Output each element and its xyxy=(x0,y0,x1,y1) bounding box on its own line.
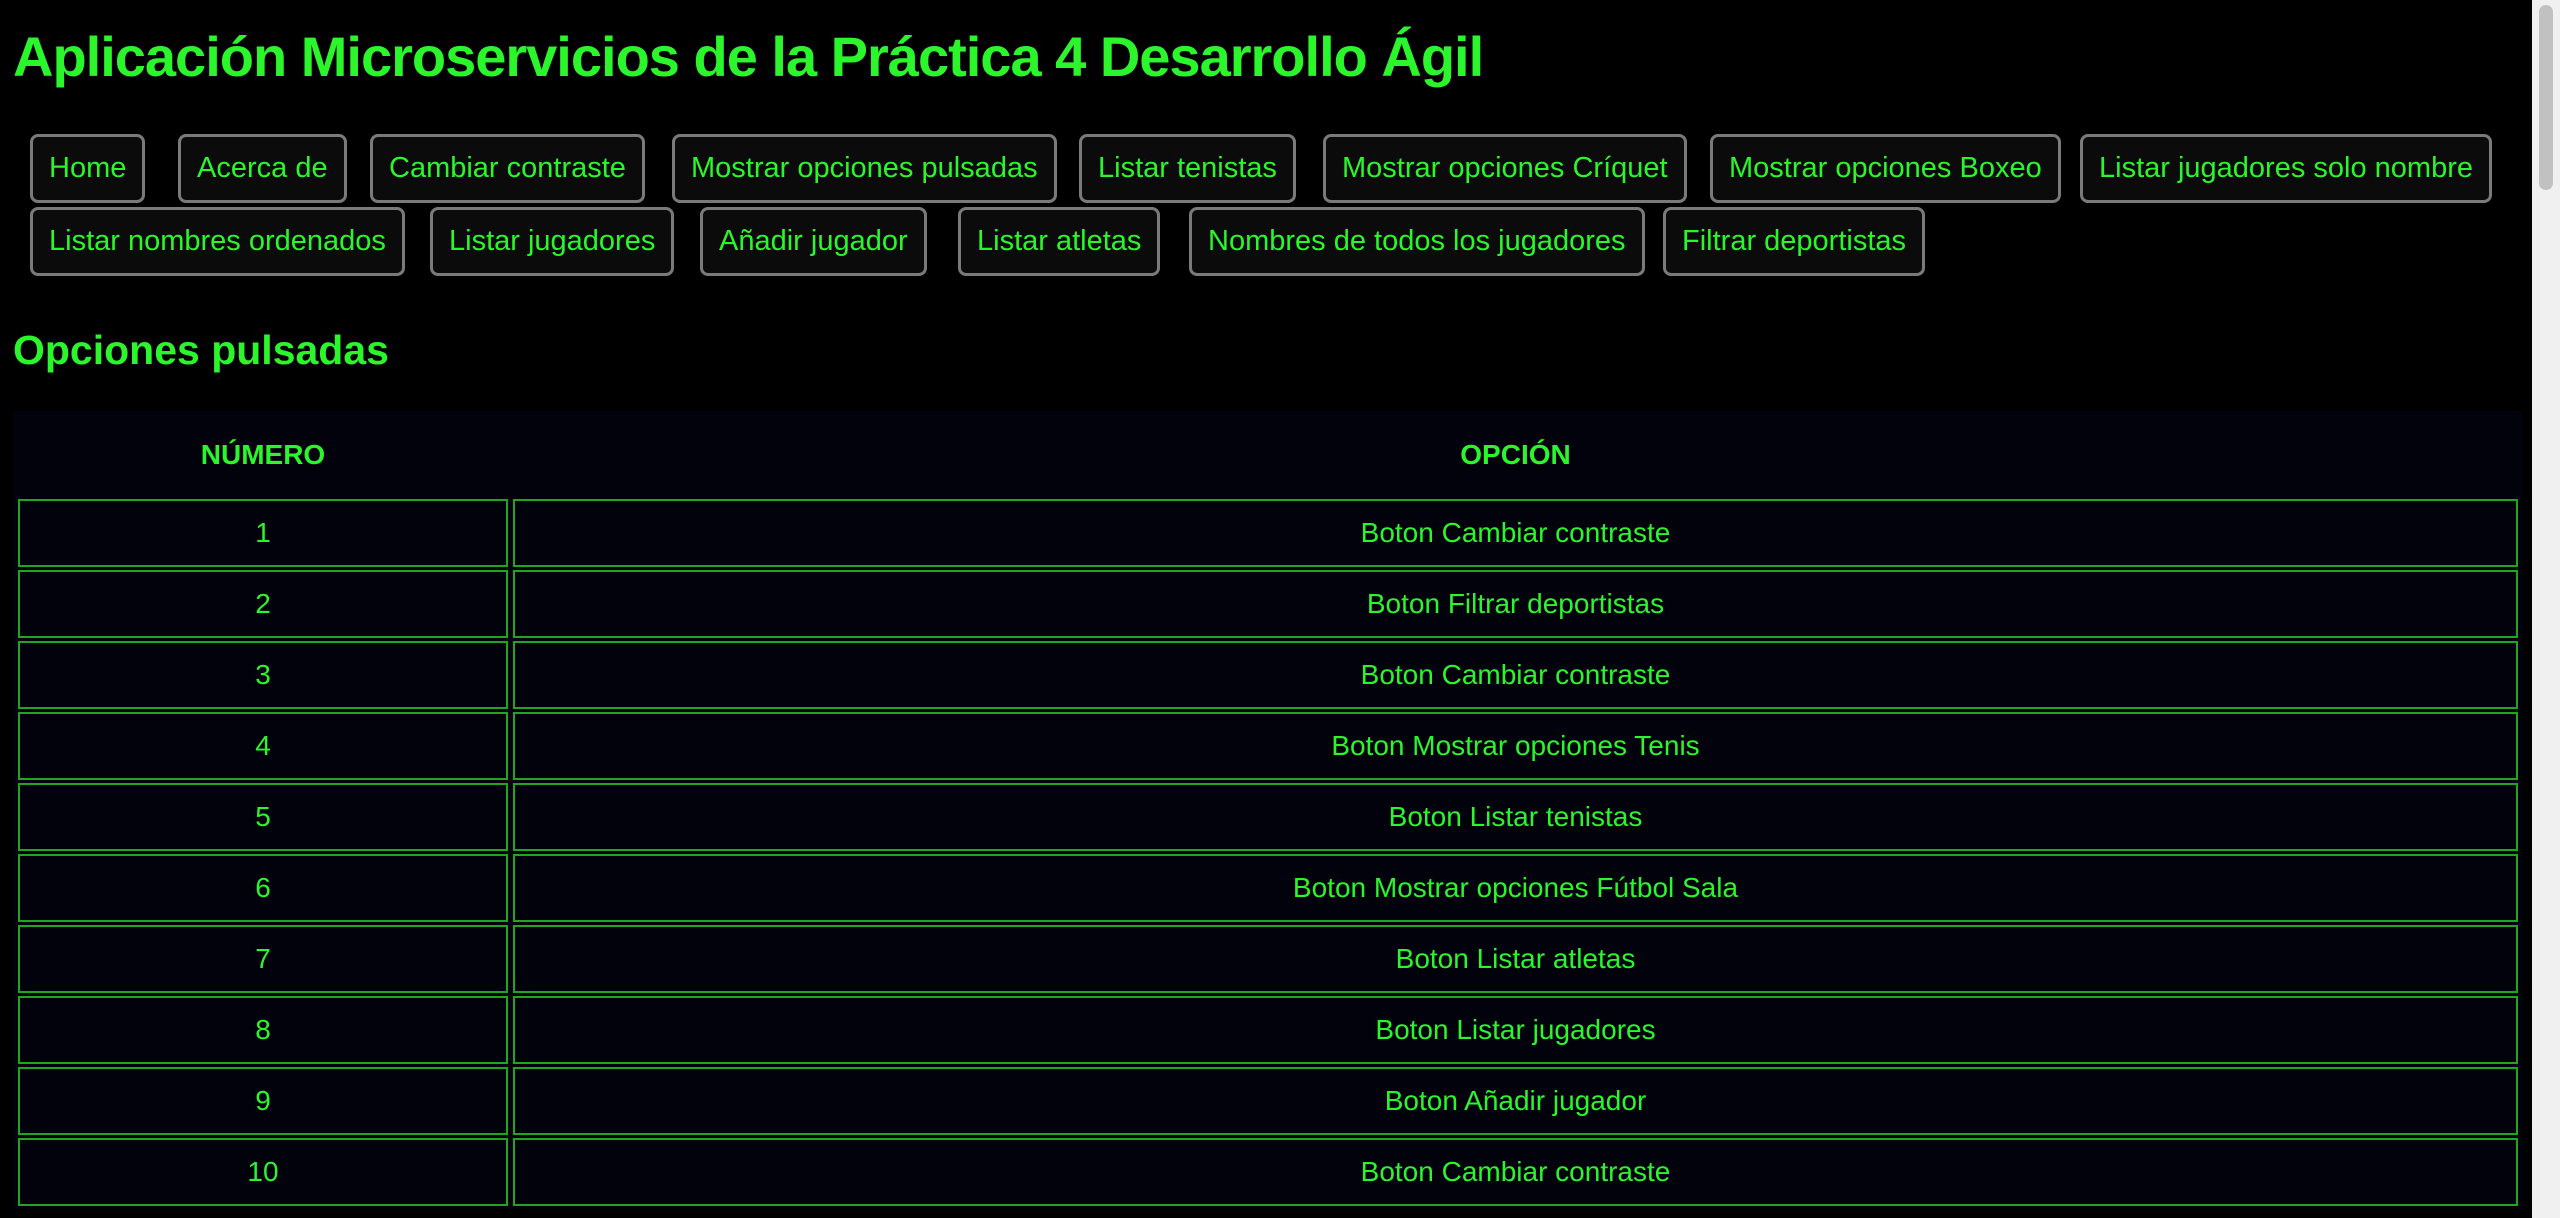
filter-athletes-button[interactable]: Filtrar deportistas xyxy=(1663,207,1926,276)
list-players-button[interactable]: Listar jugadores xyxy=(430,207,675,276)
table-header-row: NÚMERO OPCIÓN xyxy=(18,414,2518,496)
list-tennis-players-button[interactable]: Listar tenistas xyxy=(1079,134,1296,203)
row-option: Boton Filtrar deportistas xyxy=(513,570,2518,638)
table-row: 9 Boton Añadir jugador xyxy=(18,1067,2518,1135)
row-option: Boton Listar jugadores xyxy=(513,996,2518,1064)
row-option: Boton Mostrar opciones Tenis xyxy=(513,712,2518,780)
row-option: Boton Listar tenistas xyxy=(513,783,2518,851)
show-cricket-options-button[interactable]: Mostrar opciones Críquet xyxy=(1323,134,1687,203)
about-button[interactable]: Acerca de xyxy=(178,134,347,203)
row-option: Boton Cambiar contraste xyxy=(513,641,2518,709)
main-nav: Home Acerca de Cambiar contraste Mostrar… xyxy=(30,134,2520,280)
table-row: 2 Boton Filtrar deportistas xyxy=(18,570,2518,638)
row-option: Boton Añadir jugador xyxy=(513,1067,2518,1135)
all-players-names-button[interactable]: Nombres de todos los jugadores xyxy=(1189,207,1645,276)
pressed-options-table: NÚMERO OPCIÓN 1 Boton Cambiar contraste … xyxy=(13,411,2523,1209)
table-row: 1 Boton Cambiar contraste xyxy=(18,499,2518,567)
row-number: 8 xyxy=(18,996,508,1064)
row-number: 1 xyxy=(18,499,508,567)
scrollbar-thumb[interactable] xyxy=(2539,5,2553,190)
list-athletes-button[interactable]: Listar atletas xyxy=(958,207,1161,276)
list-sorted-names-button[interactable]: Listar nombres ordenados xyxy=(30,207,405,276)
add-player-button[interactable]: Añadir jugador xyxy=(700,207,927,276)
nav-row-2: Listar nombres ordenados Listar jugadore… xyxy=(30,207,2520,280)
row-number: 5 xyxy=(18,783,508,851)
table-row: 5 Boton Listar tenistas xyxy=(18,783,2518,851)
table-row: 3 Boton Cambiar contraste xyxy=(18,641,2518,709)
table-row: 8 Boton Listar jugadores xyxy=(18,996,2518,1064)
table-row: 7 Boton Listar atletas xyxy=(18,925,2518,993)
table-row: 10 Boton Cambiar contraste xyxy=(18,1138,2518,1206)
row-number: 3 xyxy=(18,641,508,709)
row-option: Boton Listar atletas xyxy=(513,925,2518,993)
show-boxing-options-button[interactable]: Mostrar opciones Boxeo xyxy=(1710,134,2061,203)
row-number: 6 xyxy=(18,854,508,922)
row-number: 10 xyxy=(18,1138,508,1206)
section-title: Opciones pulsadas xyxy=(13,327,389,373)
row-option: Boton Cambiar contraste xyxy=(513,499,2518,567)
row-option: Boton Cambiar contraste xyxy=(513,1138,2518,1206)
options-table-container: NÚMERO OPCIÓN 1 Boton Cambiar contraste … xyxy=(13,411,2523,1209)
row-option: Boton Mostrar opciones Fútbol Sala xyxy=(513,854,2518,922)
table-row: 6 Boton Mostrar opciones Fútbol Sala xyxy=(18,854,2518,922)
page: Aplicación Microservicios de la Práctica… xyxy=(0,0,2532,1218)
table-row: 4 Boton Mostrar opciones Tenis xyxy=(18,712,2518,780)
list-players-name-only-button[interactable]: Listar jugadores solo nombre xyxy=(2080,134,2492,203)
nav-row-1: Home Acerca de Cambiar contraste Mostrar… xyxy=(30,134,2520,207)
row-number: 2 xyxy=(18,570,508,638)
home-button[interactable]: Home xyxy=(30,134,146,203)
column-header-option: OPCIÓN xyxy=(513,414,2518,496)
app-title: Aplicación Microservicios de la Práctica… xyxy=(13,25,1484,88)
column-header-number: NÚMERO xyxy=(18,414,508,496)
vertical-scrollbar[interactable] xyxy=(2532,0,2560,1218)
row-number: 7 xyxy=(18,925,508,993)
show-pressed-options-button[interactable]: Mostrar opciones pulsadas xyxy=(672,134,1057,203)
row-number: 9 xyxy=(18,1067,508,1135)
row-number: 4 xyxy=(18,712,508,780)
change-contrast-button[interactable]: Cambiar contraste xyxy=(370,134,645,203)
